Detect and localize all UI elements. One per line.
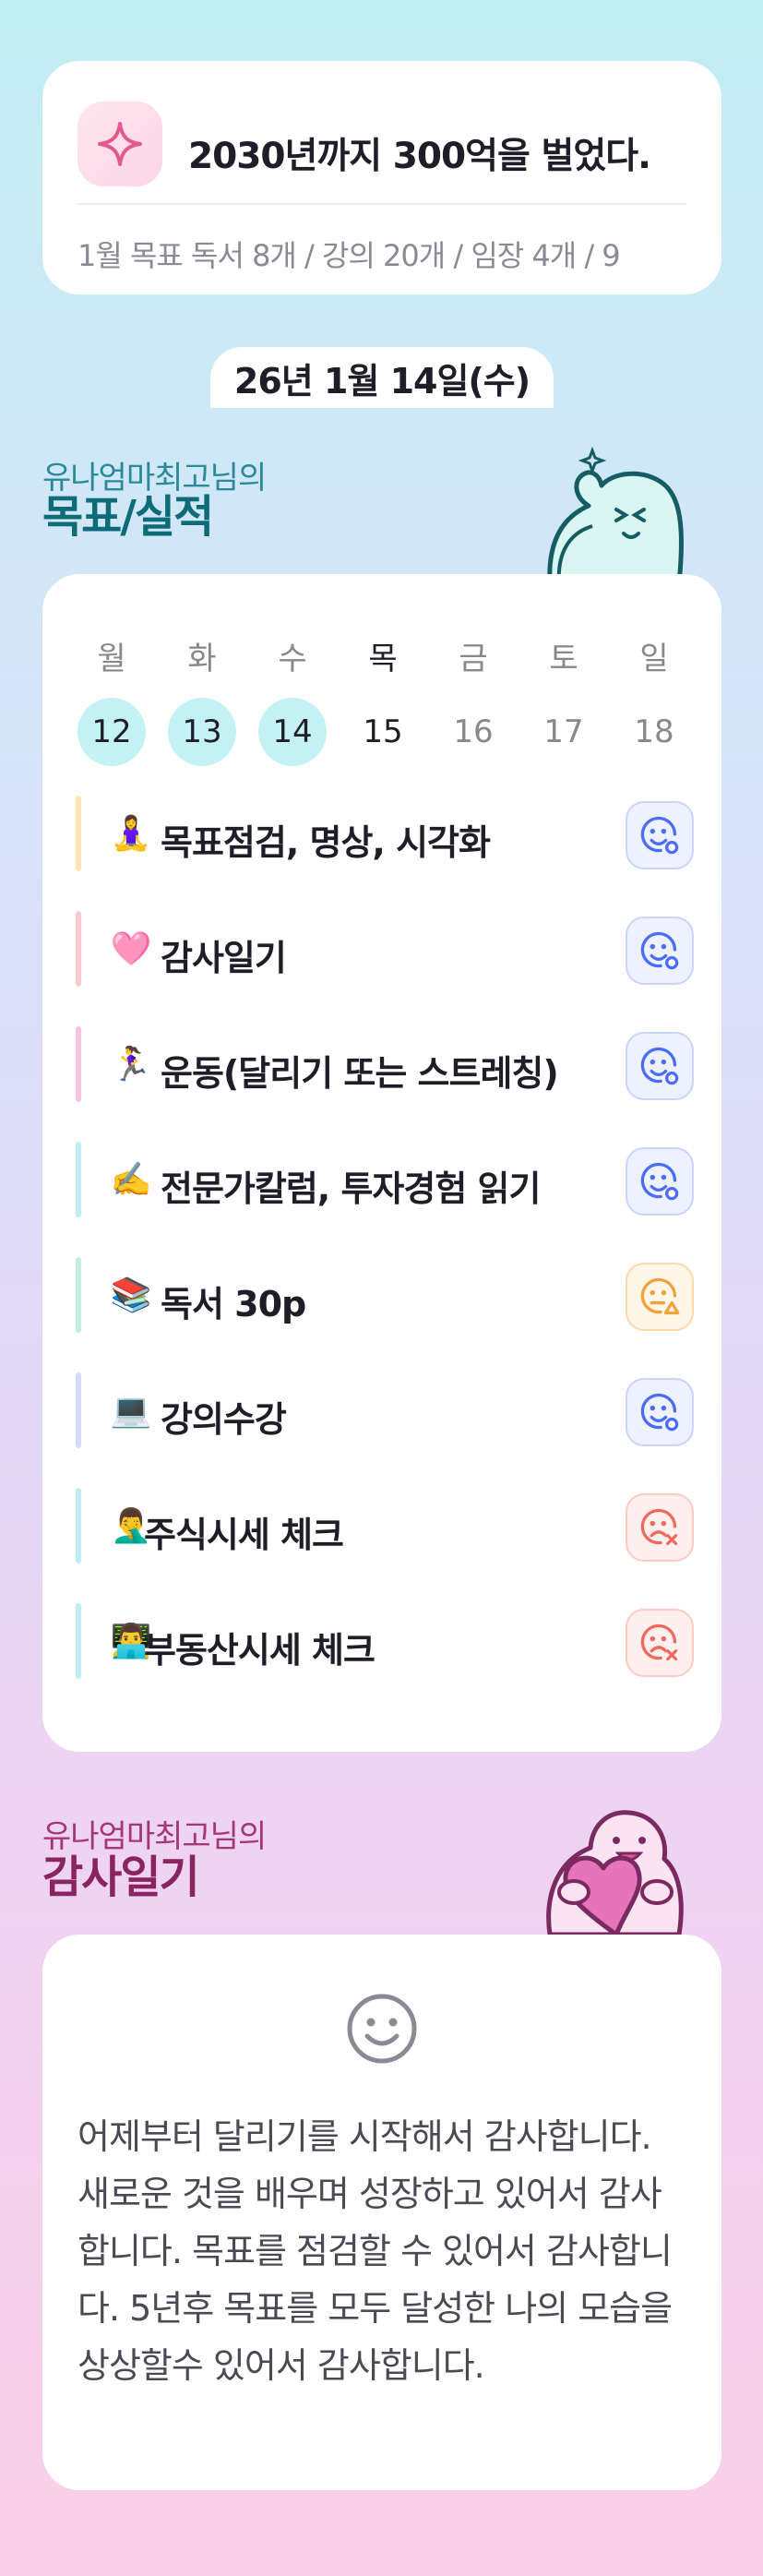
monthly-goal-text: 1월 목표 독서 8개 / 강의 20개 / 임장 4개 / 9 [77,238,621,273]
task-emoji-icon: 🏃‍♀️ [110,1046,152,1084]
gratitude-card[interactable]: 어제부터 달리기를 시작해서 감사합니다. 새로운 것을 배우며 성장하고 있어… [42,1935,721,2490]
task-label: 운동(달리기 또는 스트레칭) [161,1053,559,1094]
divider [77,203,686,205]
task-color-bar [76,1257,81,1333]
smile-face-check-icon[interactable] [626,801,694,869]
sad-face-x-icon[interactable] [626,1493,694,1562]
weekday-label: 목 [368,641,398,677]
task-color-bar [76,796,81,871]
task-emoji-icon: ✍️ [110,1161,152,1199]
task-emoji-icon: 💻 [110,1392,152,1430]
task-row[interactable]: 💻 강의수강 [76,1372,694,1448]
task-emoji-icon: 📚 [110,1276,152,1314]
smile-face-check-icon[interactable] [626,1378,694,1446]
smile-face-check-icon[interactable] [626,1032,694,1100]
calendar-date-today[interactable]: 15 [349,698,417,766]
mascot-waving-illustration [547,446,684,583]
calendar-date-future[interactable]: 18 [620,698,688,766]
task-label: 전문가칼럼, 투자경험 읽기 [161,1168,541,1209]
weekday-label: 금 [459,641,488,677]
gratitude-title: 감사일기 [42,1851,200,1903]
task-row[interactable]: 🩷 감사일기 [76,911,694,987]
task-row[interactable]: 👨‍💻 부동산시세 체크 [76,1603,694,1679]
task-color-bar [76,911,81,987]
task-color-bar [76,1603,81,1679]
weekday-label: 일 [639,641,669,677]
neutral-face-triangle-icon[interactable] [626,1263,694,1331]
performance-card: 월 12 화 13 수 14 목 15 금 16 토 17 일 18 🧘‍♀️ 목표점검, 명상, 시각화 🩷… [42,574,721,1752]
task-color-bar [76,1142,81,1217]
task-label: 독서 30p [161,1284,306,1324]
smile-face-icon [347,1994,417,2064]
task-color-bar [76,1488,81,1564]
calendar-date-done[interactable]: 14 [258,698,327,766]
task-color-bar [76,1372,81,1448]
task-label: 주식시세 체크 [144,1515,344,1555]
smile-face-check-icon[interactable] [626,1147,694,1216]
calendar-date-done[interactable]: 13 [168,698,236,766]
goal-card[interactable]: 2030년까지 300억을 벌었다. 1월 목표 독서 8개 / 강의 20개 … [42,61,721,294]
task-emoji-icon: 🧘‍♀️ [110,815,152,853]
task-row[interactable]: 📚 독서 30p [76,1257,694,1333]
task-row[interactable]: ✍️ 전문가칼럼, 투자경험 읽기 [76,1142,694,1217]
calendar-date-future[interactable]: 16 [439,698,507,766]
weekday-label: 토 [549,641,578,677]
weekday-label: 화 [187,641,217,677]
calendar-date-future[interactable]: 17 [530,698,598,766]
task-label: 강의수강 [161,1399,287,1440]
smile-face-check-icon[interactable] [626,917,694,985]
task-label: 감사일기 [161,938,287,978]
date-label: 26년 1월 14일(수) [210,347,554,408]
task-row[interactable]: 🏃‍♀️ 운동(달리기 또는 스트레칭) [76,1026,694,1102]
sparkle-icon [77,102,162,186]
task-row[interactable]: 🧘‍♀️ 목표점검, 명상, 시각화 [76,796,694,871]
weekday-label: 월 [97,641,126,677]
weekday-label: 수 [278,641,307,677]
gratitude-entry-text: 어제부터 달리기를 시작해서 감사합니다. 새로운 것을 배우며 성장하고 있어… [77,2116,673,2386]
goal-title: 2030년까지 300억을 벌었다. [188,136,651,177]
performance-title: 목표/실적 [42,491,214,543]
sad-face-x-icon[interactable] [626,1609,694,1677]
task-row[interactable]: 🤦‍♂️ 주식시세 체크 [76,1488,694,1564]
calendar-date-done[interactable]: 12 [77,698,146,766]
task-color-bar [76,1026,81,1102]
task-label: 목표점검, 명상, 시각화 [161,822,491,863]
mascot-heart-illustration [546,1810,684,1935]
task-emoji-icon: 🩷 [110,930,152,968]
task-label: 부동산시세 체크 [144,1630,376,1671]
